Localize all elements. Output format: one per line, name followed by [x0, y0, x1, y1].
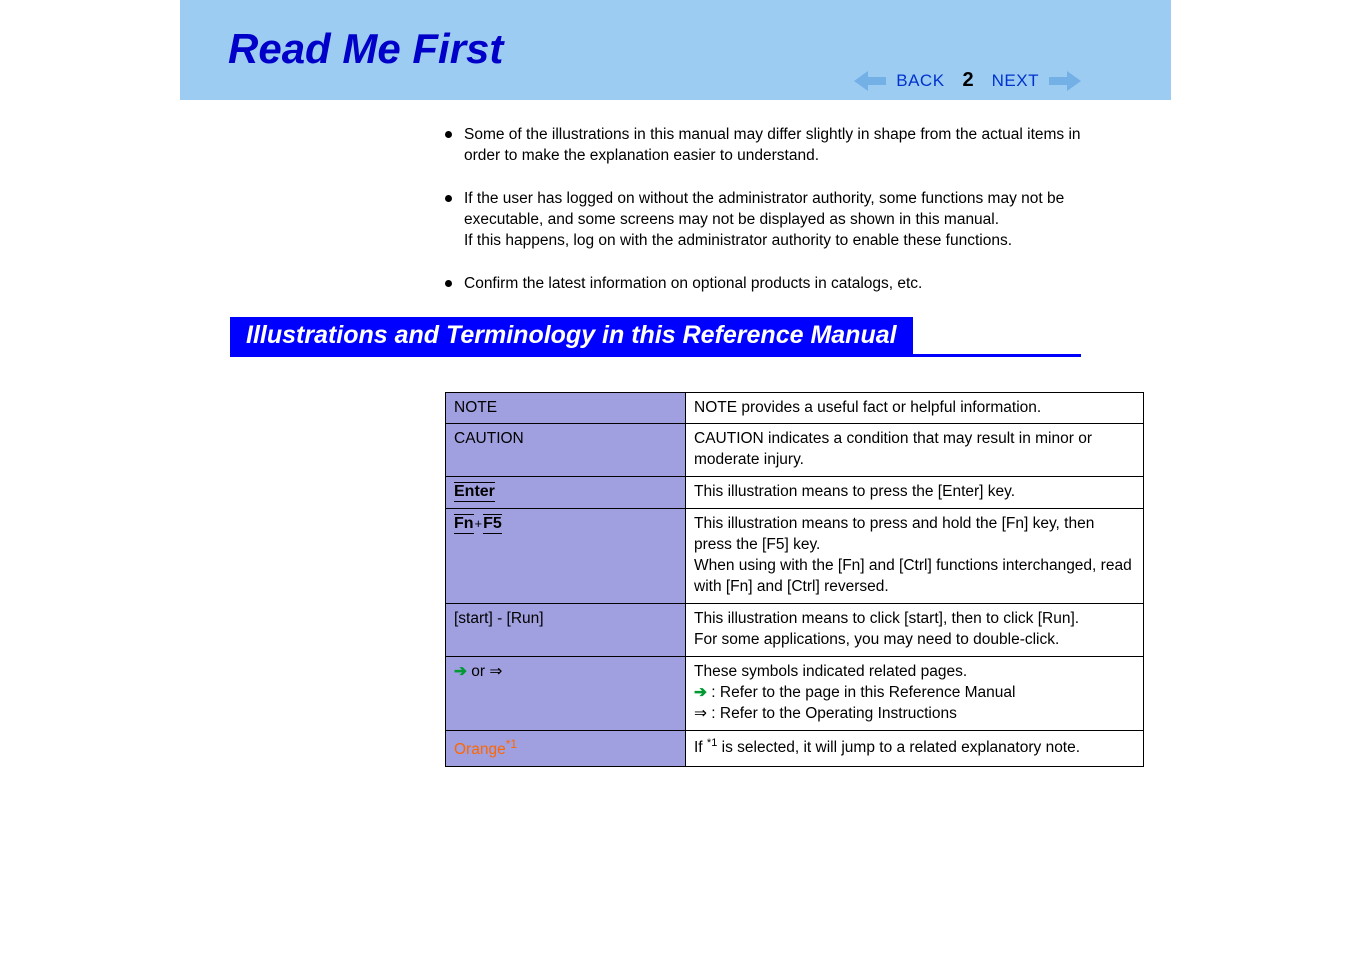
fn-key-icon: Fn: [454, 514, 474, 534]
table-row: [start] - [Run] This illustration means …: [446, 603, 1144, 656]
back-arrow-icon[interactable]: [854, 71, 886, 91]
green-arrow-icon: ➔: [454, 663, 467, 680]
orange-superscript[interactable]: *1: [506, 737, 517, 751]
table-desc-cell: NOTE provides a useful fact or helpful i…: [686, 392, 1144, 424]
section-header-wrap: Illustrations and Terminology in this Re…: [180, 317, 1171, 357]
superscript-ref: *1: [707, 737, 717, 749]
enter-key-icon: Enter: [454, 482, 495, 502]
nav-bar: BACK 2 NEXT: [854, 69, 1081, 92]
bullet-icon: [445, 131, 452, 138]
section-heading: Illustrations and Terminology in this Re…: [230, 317, 913, 354]
content-area: Some of the illustrations in this manual…: [180, 100, 1171, 767]
table-row: Fn+F5 This illustration means to press a…: [446, 509, 1144, 604]
table-label-cell: Enter: [446, 477, 686, 509]
bullet-text: Confirm the latest information on option…: [464, 274, 1091, 295]
bullet-icon: [445, 280, 452, 287]
table-row: CAUTION CAUTION indicates a condition th…: [446, 424, 1144, 477]
table-desc-cell: This illustration means to press the [En…: [686, 477, 1144, 509]
back-link[interactable]: BACK: [896, 71, 944, 91]
double-arrow-icon: ⇒: [489, 663, 502, 680]
desc-line: For some applications, you may need to d…: [694, 631, 1059, 648]
table-label-cell: Orange*1: [446, 730, 686, 766]
next-link[interactable]: NEXT: [992, 71, 1039, 91]
bullet-icon: [445, 195, 452, 202]
double-arrow-icon: ⇒: [694, 705, 707, 722]
table-label-cell: ➔ or ⇒: [446, 656, 686, 730]
table-row: Enter This illustration means to press t…: [446, 477, 1144, 509]
bullet-item: Confirm the latest information on option…: [445, 274, 1091, 295]
table-label-cell: NOTE: [446, 392, 686, 424]
table-row: NOTE NOTE provides a useful fact or help…: [446, 392, 1144, 424]
green-arrow-icon: ➔: [694, 684, 707, 701]
next-arrow-icon[interactable]: [1049, 71, 1081, 91]
table-desc-cell: This illustration means to press and hol…: [686, 509, 1144, 604]
bullet-text-line: If this happens, log on with the adminis…: [464, 231, 1091, 252]
terminology-table: NOTE NOTE provides a useful fact or help…: [445, 392, 1144, 767]
desc-line: When using with the [Fn] and [Ctrl] func…: [694, 557, 1132, 595]
table-row: Orange*1 If *1 is selected, it will jump…: [446, 730, 1144, 766]
desc-text: is selected, it will jump to a related e…: [717, 739, 1080, 756]
table-desc-cell: These symbols indicated related pages. ➔…: [686, 656, 1144, 730]
f5-key-icon: F5: [483, 514, 502, 534]
desc-line: This illustration means to click [start]…: [694, 610, 1079, 627]
desc-text: If: [694, 739, 707, 756]
table-desc-cell: This illustration means to click [start]…: [686, 603, 1144, 656]
table-desc-cell: CAUTION indicates a condition that may r…: [686, 424, 1144, 477]
table-desc-cell: If *1 is selected, it will jump to a rel…: [686, 730, 1144, 766]
bullet-item: Some of the illustrations in this manual…: [445, 125, 1091, 167]
desc-line: : Refer to the Operating Instructions: [707, 705, 957, 722]
orange-link[interactable]: Orange: [454, 741, 506, 758]
table-row: ➔ or ⇒ These symbols indicated related p…: [446, 656, 1144, 730]
section-underline: [230, 354, 1081, 357]
page-container: Read Me First BACK 2 NEXT Some of the il…: [0, 0, 1351, 767]
desc-line: This illustration means to press and hol…: [694, 515, 1094, 553]
bullet-list: Some of the illustrations in this manual…: [445, 125, 1091, 295]
page-title: Read Me First: [180, 20, 1171, 73]
plus-sign: +: [475, 516, 483, 531]
table-label-cell: [start] - [Run]: [446, 603, 686, 656]
desc-line: These symbols indicated related pages.: [694, 663, 967, 680]
header-band: Read Me First BACK 2 NEXT: [180, 0, 1171, 100]
bullet-text: Some of the illustrations in this manual…: [464, 125, 1091, 167]
table-label-cell: Fn+F5: [446, 509, 686, 604]
bullet-text: If the user has logged on without the ad…: [464, 189, 1091, 252]
table-label-cell: CAUTION: [446, 424, 686, 477]
page-number: 2: [963, 69, 974, 92]
bullet-item: If the user has logged on without the ad…: [445, 189, 1091, 252]
or-text: or: [467, 663, 489, 680]
desc-line: : Refer to the page in this Reference Ma…: [707, 684, 1015, 701]
bullet-text-line: If the user has logged on without the ad…: [464, 190, 1064, 228]
